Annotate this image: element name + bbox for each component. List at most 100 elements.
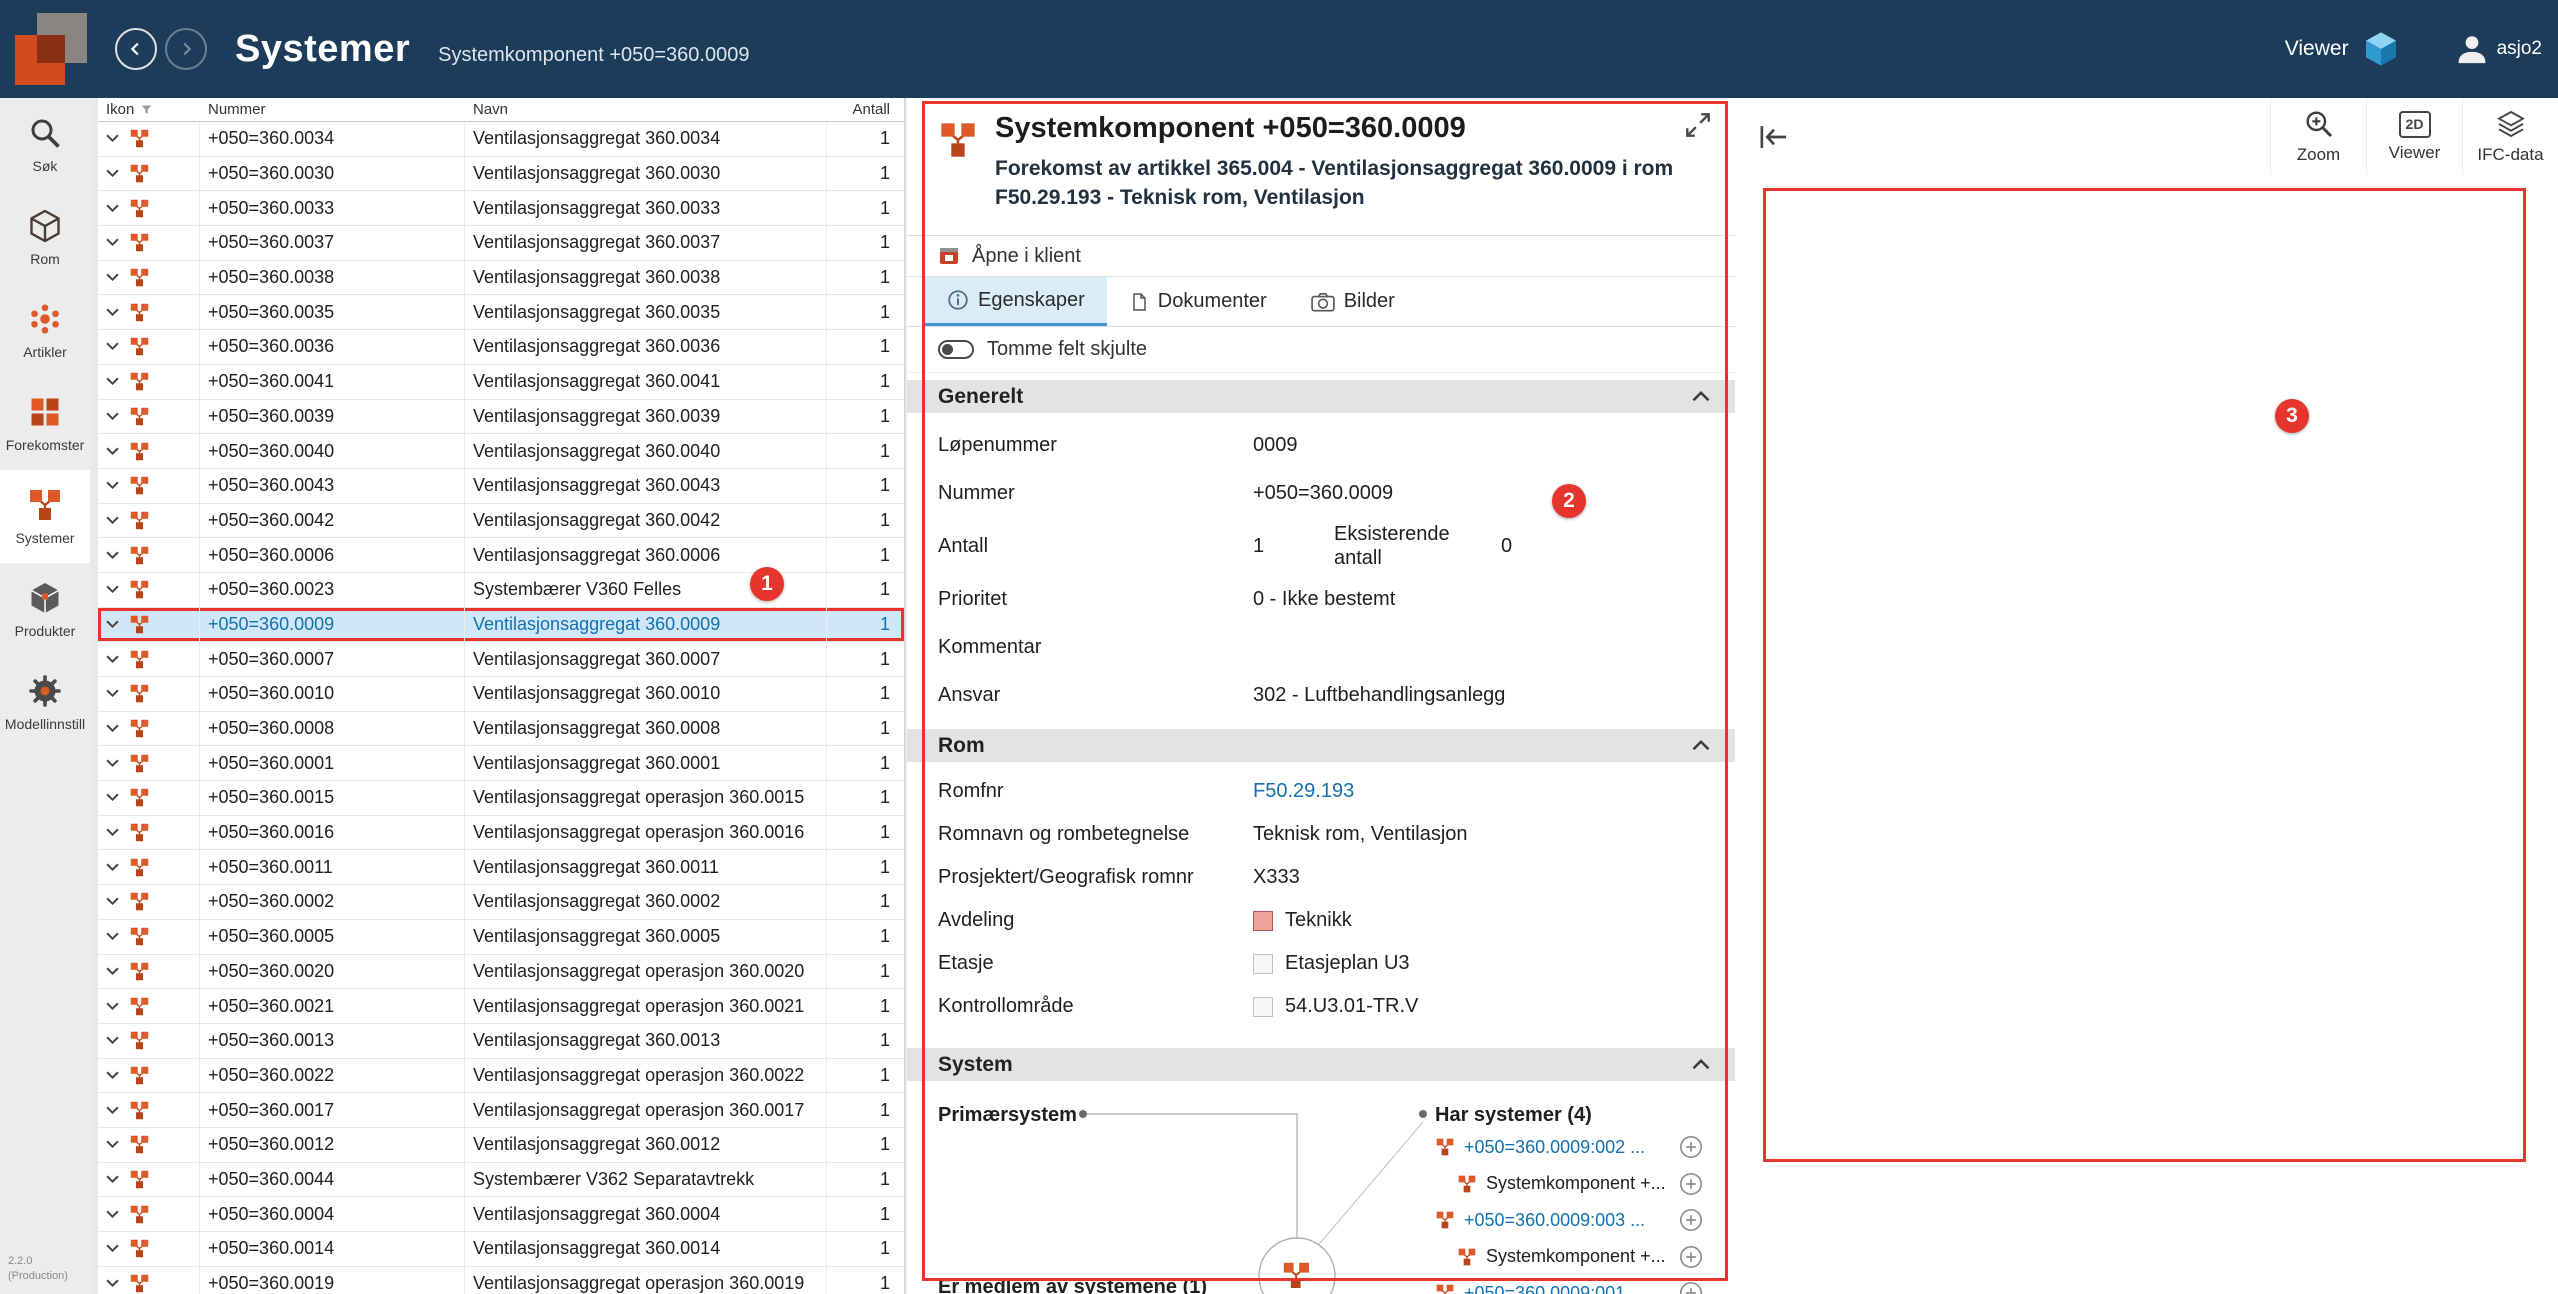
- har-system-item[interactable]: +050=360.0009:001: [1435, 1275, 1703, 1294]
- zoom-tool[interactable]: Zoom: [2270, 98, 2366, 175]
- tab-bilder[interactable]: Bilder: [1289, 277, 1417, 326]
- expand-chevron-icon[interactable]: [106, 1036, 119, 1045]
- table-row[interactable]: +050=360.0007 Ventilasjonsaggregat 360.0…: [98, 642, 904, 677]
- har-system-label[interactable]: +050=360.0009:003 ...: [1464, 1210, 1645, 1231]
- table-row[interactable]: +050=360.0044 Systembærer V362 Separatav…: [98, 1163, 904, 1198]
- table-row[interactable]: +050=360.0033 Ventilasjonsaggregat 360.0…: [98, 191, 904, 226]
- table-row[interactable]: +050=360.0011 Ventilasjonsaggregat 360.0…: [98, 850, 904, 885]
- expand-chevron-icon[interactable]: [106, 1002, 119, 1011]
- expand-chevron-icon[interactable]: [106, 1244, 119, 1253]
- table-row[interactable]: +050=360.0006 Ventilasjonsaggregat 360.0…: [98, 538, 904, 573]
- expand-chevron-icon[interactable]: [106, 724, 119, 733]
- table-row[interactable]: +050=360.0017 Ventilasjonsaggregat opera…: [98, 1093, 904, 1128]
- forward-button[interactable]: [165, 28, 207, 70]
- table-row[interactable]: +050=360.0016 Ventilasjonsaggregat opera…: [98, 816, 904, 851]
- expand-chevron-icon[interactable]: [106, 897, 119, 906]
- column-header-nummer[interactable]: Nummer: [200, 101, 465, 118]
- expand-chevron-icon[interactable]: [106, 655, 119, 664]
- table-row[interactable]: +050=360.0002 Ventilasjonsaggregat 360.0…: [98, 885, 904, 920]
- table-row[interactable]: +050=360.0039 Ventilasjonsaggregat 360.0…: [98, 400, 904, 435]
- table-row[interactable]: +050=360.0035 Ventilasjonsaggregat 360.0…: [98, 295, 904, 330]
- table-row[interactable]: +050=360.0013 Ventilasjonsaggregat 360.0…: [98, 1024, 904, 1059]
- tab-dokumenter[interactable]: Dokumenter: [1107, 277, 1289, 326]
- user-menu[interactable]: asjo2: [2455, 32, 2542, 66]
- chevron-up-icon[interactable]: [1691, 1058, 1711, 1071]
- table-row[interactable]: +050=360.0042 Ventilasjonsaggregat 360.0…: [98, 504, 904, 539]
- section-header-rom[interactable]: Rom: [907, 729, 1735, 762]
- chevron-up-icon[interactable]: [1691, 739, 1711, 752]
- table-row[interactable]: +050=360.0030 Ventilasjonsaggregat 360.0…: [98, 157, 904, 192]
- har-system-item[interactable]: +050=360.0009:002 ...: [1435, 1129, 1703, 1166]
- expand-chevron-icon[interactable]: [106, 967, 119, 976]
- kontrollomrade-checkbox[interactable]: [1253, 997, 1273, 1017]
- expand-chevron-icon[interactable]: [106, 1140, 119, 1149]
- expand-chevron-icon[interactable]: [106, 412, 119, 421]
- expand-chevron-icon[interactable]: [106, 759, 119, 768]
- add-relation-button[interactable]: [1679, 1281, 1703, 1294]
- table-row[interactable]: +050=360.0038 Ventilasjonsaggregat 360.0…: [98, 261, 904, 296]
- sidebar-item-systemer[interactable]: Systemer: [0, 470, 90, 563]
- expand-chevron-icon[interactable]: [106, 1175, 119, 1184]
- sidebar-item-forekomster[interactable]: Forekomster: [0, 377, 90, 470]
- column-header-navn[interactable]: Navn: [465, 101, 827, 118]
- expand-chevron-icon[interactable]: [106, 551, 119, 560]
- expand-chevron-icon[interactable]: [106, 169, 119, 178]
- add-relation-button[interactable]: [1679, 1208, 1703, 1237]
- viewer-mode-button[interactable]: Viewer: [2285, 29, 2401, 69]
- expand-chevron-icon[interactable]: [106, 447, 119, 456]
- column-header-ikon[interactable]: Ikon: [98, 101, 200, 118]
- empty-fields-toggle[interactable]: Tomme felt skjulte: [907, 327, 1735, 373]
- table-row[interactable]: +050=360.0020 Ventilasjonsaggregat opera…: [98, 955, 904, 990]
- expand-chevron-icon[interactable]: [106, 516, 119, 525]
- table-row[interactable]: +050=360.0012 Ventilasjonsaggregat 360.0…: [98, 1128, 904, 1163]
- table-row[interactable]: +050=360.0034 Ventilasjonsaggregat 360.0…: [98, 122, 904, 157]
- open-in-client-button[interactable]: Åpne i klient: [907, 236, 1735, 277]
- expand-chevron-icon[interactable]: [106, 863, 119, 872]
- etasje-checkbox[interactable]: [1253, 954, 1273, 974]
- expand-chevron-icon[interactable]: [106, 238, 119, 247]
- table-row[interactable]: +050=360.0019 Ventilasjonsaggregat opera…: [98, 1267, 904, 1294]
- har-system-label[interactable]: Systemkomponent +...: [1486, 1173, 1666, 1194]
- expand-chevron-icon[interactable]: [106, 481, 119, 490]
- table-row[interactable]: +050=360.0014 Ventilasjonsaggregat 360.0…: [98, 1232, 904, 1267]
- expand-chevron-icon[interactable]: [106, 134, 119, 143]
- tab-egenskaper[interactable]: Egenskaper: [925, 277, 1107, 326]
- expand-chevron-icon[interactable]: [106, 204, 119, 213]
- table-row[interactable]: +050=360.0041 Ventilasjonsaggregat 360.0…: [98, 365, 904, 400]
- back-button[interactable]: [115, 28, 157, 70]
- field-romfnr-link[interactable]: F50.29.193: [1253, 780, 1354, 803]
- sidebar-item-sok[interactable]: Søk: [0, 98, 90, 191]
- expand-chevron-icon[interactable]: [106, 828, 119, 837]
- har-system-label[interactable]: +050=360.0009:002 ...: [1464, 1137, 1645, 1158]
- table-row[interactable]: +050=360.0021 Ventilasjonsaggregat opera…: [98, 989, 904, 1024]
- ifc-data-tool[interactable]: IFC-data: [2462, 98, 2558, 175]
- har-system-label[interactable]: +050=360.0009:001: [1464, 1283, 1625, 1294]
- table-row[interactable]: +050=360.0008 Ventilasjonsaggregat 360.0…: [98, 712, 904, 747]
- section-header-system[interactable]: System: [907, 1048, 1735, 1081]
- sidebar-item-produkter[interactable]: Produkter: [0, 563, 90, 656]
- expand-chevron-icon[interactable]: [106, 932, 119, 941]
- har-system-item[interactable]: Systemkomponent +...: [1435, 1166, 1703, 1203]
- table-row[interactable]: +050=360.0043 Ventilasjonsaggregat 360.0…: [98, 469, 904, 504]
- table-row[interactable]: +050=360.0001 Ventilasjonsaggregat 360.0…: [98, 746, 904, 781]
- expand-chevron-icon[interactable]: [106, 308, 119, 317]
- expand-chevron-icon[interactable]: [106, 1279, 119, 1288]
- column-header-antall[interactable]: Antall: [827, 101, 904, 118]
- table-row[interactable]: +050=360.0009 Ventilasjonsaggregat 360.0…: [98, 608, 904, 643]
- har-system-item[interactable]: +050=360.0009:003 ...: [1435, 1202, 1703, 1239]
- expand-chevron-icon[interactable]: [106, 620, 119, 629]
- expand-chevron-icon[interactable]: [106, 689, 119, 698]
- expand-chevron-icon[interactable]: [106, 1106, 119, 1115]
- expand-chevron-icon[interactable]: [106, 273, 119, 282]
- expand-chevron-icon[interactable]: [106, 585, 119, 594]
- har-system-label[interactable]: Systemkomponent +...: [1486, 1246, 1666, 1267]
- expand-chevron-icon[interactable]: [106, 1071, 119, 1080]
- table-row[interactable]: +050=360.0037 Ventilasjonsaggregat 360.0…: [98, 226, 904, 261]
- section-header-generelt[interactable]: Generelt: [907, 380, 1735, 413]
- add-relation-button[interactable]: [1679, 1135, 1703, 1164]
- sidebar-item-artikler[interactable]: Artikler: [0, 284, 90, 377]
- table-row[interactable]: +050=360.0004 Ventilasjonsaggregat 360.0…: [98, 1197, 904, 1232]
- har-system-item[interactable]: Systemkomponent +...: [1435, 1239, 1703, 1276]
- table-row[interactable]: +050=360.0040 Ventilasjonsaggregat 360.0…: [98, 434, 904, 469]
- collapse-panel-icon[interactable]: [1757, 122, 1791, 152]
